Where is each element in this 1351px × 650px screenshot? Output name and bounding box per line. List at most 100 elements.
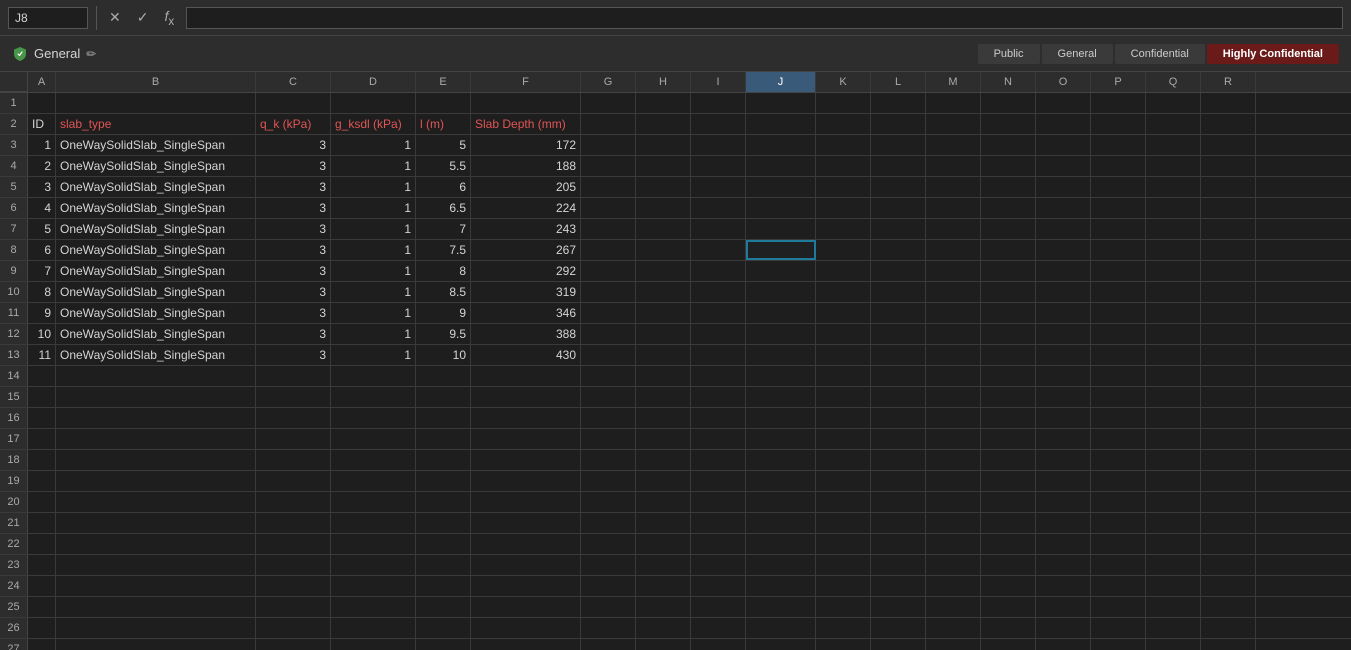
data-cell[interactable]: 7 xyxy=(416,219,471,239)
data-cell[interactable] xyxy=(926,450,981,470)
data-cell[interactable] xyxy=(816,282,871,302)
data-cell[interactable] xyxy=(636,345,691,365)
data-cell[interactable] xyxy=(981,261,1036,281)
data-cell[interactable] xyxy=(256,513,331,533)
data-cell[interactable] xyxy=(1146,366,1201,386)
data-cell[interactable] xyxy=(816,471,871,491)
data-cell[interactable] xyxy=(746,387,816,407)
data-cell[interactable] xyxy=(746,450,816,470)
data-cell[interactable] xyxy=(926,366,981,386)
data-cell[interactable] xyxy=(331,597,416,617)
data-cell[interactable] xyxy=(256,366,331,386)
data-cell[interactable] xyxy=(816,576,871,596)
data-cell[interactable] xyxy=(636,261,691,281)
data-cell[interactable]: 3 xyxy=(256,177,331,197)
data-cell[interactable]: 9 xyxy=(416,303,471,323)
data-cell[interactable] xyxy=(636,492,691,512)
data-cell[interactable] xyxy=(816,429,871,449)
data-cell[interactable] xyxy=(581,324,636,344)
data-cell[interactable] xyxy=(416,639,471,650)
data-cell[interactable] xyxy=(1201,282,1256,302)
data-cell[interactable] xyxy=(816,387,871,407)
data-cell[interactable] xyxy=(581,303,636,323)
data-cell[interactable] xyxy=(871,450,926,470)
data-cell[interactable] xyxy=(981,282,1036,302)
data-cell[interactable] xyxy=(1036,408,1091,428)
data-cell[interactable] xyxy=(691,597,746,617)
data-cell[interactable] xyxy=(28,555,56,575)
data-cell[interactable] xyxy=(471,513,581,533)
data-cell[interactable]: 3 xyxy=(256,324,331,344)
data-cell[interactable] xyxy=(691,639,746,650)
data-cell[interactable]: 5 xyxy=(28,219,56,239)
data-cell[interactable] xyxy=(1201,408,1256,428)
data-cell[interactable] xyxy=(871,387,926,407)
data-cell[interactable] xyxy=(1201,156,1256,176)
data-cell[interactable] xyxy=(1036,366,1091,386)
data-cell[interactable] xyxy=(1036,135,1091,155)
data-cell[interactable] xyxy=(636,429,691,449)
column-header-cell[interactable] xyxy=(871,114,926,134)
data-cell[interactable] xyxy=(1201,219,1256,239)
data-cell[interactable] xyxy=(871,408,926,428)
class-btn-public[interactable]: Public xyxy=(978,44,1040,64)
data-cell[interactable] xyxy=(926,345,981,365)
data-cell[interactable] xyxy=(816,366,871,386)
column-header-cell[interactable] xyxy=(1201,114,1256,134)
data-cell[interactable] xyxy=(581,618,636,638)
data-cell[interactable] xyxy=(581,177,636,197)
data-cell[interactable]: 319 xyxy=(471,282,581,302)
data-cell[interactable] xyxy=(746,345,816,365)
data-cell[interactable]: 3 xyxy=(256,219,331,239)
data-cell[interactable] xyxy=(1201,366,1256,386)
data-cell[interactable] xyxy=(981,597,1036,617)
data-cell[interactable] xyxy=(56,93,256,113)
data-cell[interactable] xyxy=(981,387,1036,407)
data-cell[interactable] xyxy=(331,450,416,470)
data-cell[interactable] xyxy=(691,576,746,596)
data-cell[interactable] xyxy=(581,597,636,617)
data-cell[interactable] xyxy=(871,219,926,239)
data-cell[interactable] xyxy=(1036,450,1091,470)
data-cell[interactable] xyxy=(636,135,691,155)
data-cell[interactable]: OneWaySolidSlab_SingleSpan xyxy=(56,198,256,218)
function-icon[interactable]: fx xyxy=(160,6,178,30)
data-cell[interactable] xyxy=(636,156,691,176)
data-cell[interactable] xyxy=(636,366,691,386)
data-cell[interactable] xyxy=(28,387,56,407)
data-cell[interactable]: 188 xyxy=(471,156,581,176)
data-cell[interactable] xyxy=(1146,156,1201,176)
data-cell[interactable] xyxy=(871,618,926,638)
data-cell[interactable] xyxy=(1201,555,1256,575)
data-cell[interactable] xyxy=(1036,240,1091,260)
data-cell[interactable] xyxy=(746,282,816,302)
edit-sheet-label-icon[interactable]: ✏ xyxy=(86,47,96,61)
data-cell[interactable] xyxy=(926,471,981,491)
data-cell[interactable] xyxy=(636,450,691,470)
data-cell[interactable] xyxy=(1036,324,1091,344)
data-cell[interactable] xyxy=(1146,408,1201,428)
data-cell[interactable] xyxy=(746,219,816,239)
data-cell[interactable] xyxy=(816,240,871,260)
data-cell[interactable] xyxy=(256,492,331,512)
data-cell[interactable] xyxy=(1036,639,1091,650)
data-cell[interactable]: 3 xyxy=(256,156,331,176)
data-cell[interactable]: OneWaySolidSlab_SingleSpan xyxy=(56,282,256,302)
data-cell[interactable] xyxy=(416,471,471,491)
data-cell[interactable] xyxy=(691,387,746,407)
data-cell[interactable] xyxy=(256,618,331,638)
data-cell[interactable] xyxy=(1091,408,1146,428)
data-cell[interactable] xyxy=(981,198,1036,218)
data-cell[interactable] xyxy=(746,303,816,323)
data-cell[interactable] xyxy=(1201,576,1256,596)
data-cell[interactable] xyxy=(1036,492,1091,512)
data-cell[interactable] xyxy=(28,639,56,650)
data-cell[interactable] xyxy=(1036,282,1091,302)
column-header-cell[interactable]: Slab Depth (mm) xyxy=(471,114,581,134)
data-cell[interactable] xyxy=(816,93,871,113)
data-cell[interactable] xyxy=(1036,156,1091,176)
data-cell[interactable] xyxy=(1201,492,1256,512)
data-cell[interactable]: 6.5 xyxy=(416,198,471,218)
data-cell[interactable] xyxy=(581,471,636,491)
data-cell[interactable] xyxy=(981,324,1036,344)
